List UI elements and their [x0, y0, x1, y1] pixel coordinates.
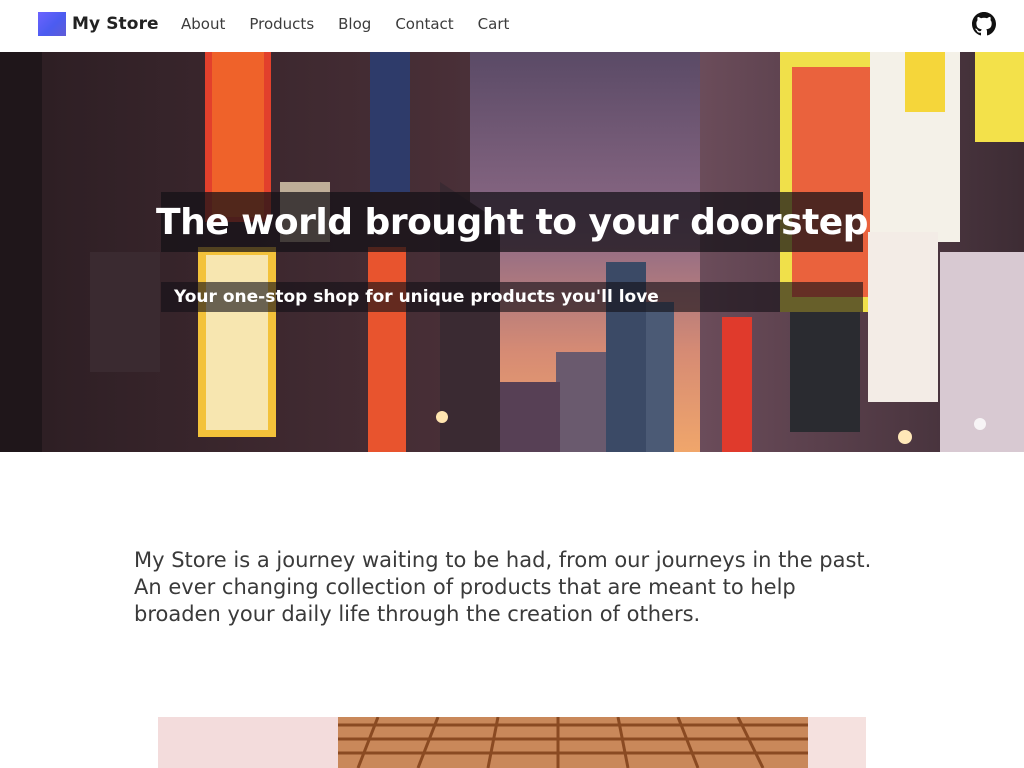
featured-photo — [158, 717, 866, 768]
github-icon[interactable] — [972, 12, 996, 36]
nav-link-about[interactable]: About — [181, 14, 225, 34]
nav-link-contact[interactable]: Contact — [395, 14, 453, 34]
nav-link-products[interactable]: Products — [249, 14, 314, 34]
brand-name: My Store — [72, 14, 159, 34]
main-nav: About Products Blog Contact Cart — [181, 14, 509, 34]
github-logo-svg — [972, 12, 996, 36]
top-navbar: My Store About Products Blog Contact Car… — [0, 0, 1024, 52]
nav-link-cart[interactable]: Cart — [478, 14, 510, 34]
hero-city-street-image — [0, 52, 1024, 452]
hero-subtitle-box: Your one-stop shop for unique products y… — [161, 282, 863, 312]
brand-logo — [38, 12, 66, 36]
brand-home-link[interactable]: My Store — [38, 12, 159, 36]
nav-link-blog[interactable]: Blog — [338, 14, 371, 34]
hero-title-box: The world brought to your doorstep — [156, 192, 868, 252]
intro-paragraph: My Store is a journey waiting to be had,… — [134, 548, 872, 626]
hero-subtitle: Your one-stop shop for unique products y… — [174, 287, 659, 307]
hero-title: The world brought to your doorstep — [156, 201, 868, 243]
featured-photo-image — [158, 717, 866, 768]
hero-banner: The world brought to your doorstep Your … — [0, 52, 1024, 452]
